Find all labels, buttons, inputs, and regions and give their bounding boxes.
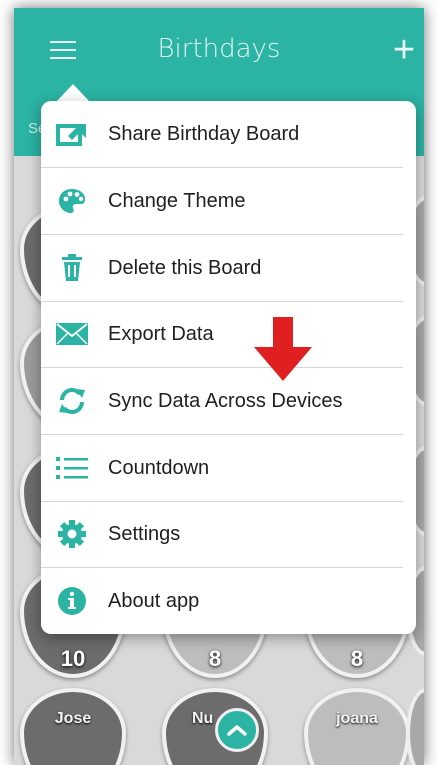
red-arrow-annotation (254, 317, 312, 381)
page-title: Birthdays (157, 34, 281, 64)
menu-item-settings[interactable]: Settings (41, 501, 416, 567)
birthday-card[interactable]: joana 8 (304, 688, 410, 765)
chevron-up-icon (227, 725, 247, 736)
envelope-icon (55, 319, 89, 349)
menu-item-delete-board[interactable]: Delete this Board (41, 235, 416, 301)
menu-item-label: About app (108, 590, 200, 612)
trash-icon (55, 253, 89, 283)
menu-item-change-theme[interactable]: Change Theme (41, 168, 416, 234)
options-menu: Share Birthday Board Change Theme Delete… (41, 101, 416, 634)
share-icon (55, 119, 89, 149)
menu-item-label: Change Theme (108, 190, 246, 212)
menu-item-label: Countdown (108, 457, 210, 479)
menu-item-sync-data[interactable]: Sync Data Across Devices (41, 368, 416, 434)
info-icon (55, 586, 89, 616)
birthday-card-edge (406, 688, 424, 765)
menu-item-label: Sync Data Across Devices (108, 390, 343, 412)
gear-icon (55, 519, 89, 549)
days-count: 8 (208, 646, 222, 671)
menu-item-about-app[interactable]: About app (41, 568, 416, 634)
birthday-card[interactable]: Jose 10 (20, 688, 126, 765)
scroll-up-button[interactable] (215, 708, 259, 752)
menu-item-label: Delete this Board (108, 257, 262, 279)
menu-item-label: Export Data (108, 323, 214, 345)
days-count: 8 (350, 646, 364, 671)
add-birthday-button[interactable]: + (388, 30, 420, 70)
person-name: Jose (54, 710, 92, 727)
list-icon (55, 453, 89, 483)
person-name: joana (336, 710, 378, 727)
menu-item-label: Settings (108, 523, 181, 545)
menu-caret (56, 84, 90, 102)
menu-item-countdown[interactable]: Countdown (41, 435, 416, 501)
menu-item-label: Share Birthday Board (108, 123, 300, 145)
days-count: 10 (60, 646, 86, 671)
palette-icon (55, 186, 89, 216)
sync-icon (55, 386, 89, 416)
menu-item-export-data[interactable]: Export Data (41, 301, 416, 367)
menu-item-share-board[interactable]: Share Birthday Board (41, 101, 416, 167)
